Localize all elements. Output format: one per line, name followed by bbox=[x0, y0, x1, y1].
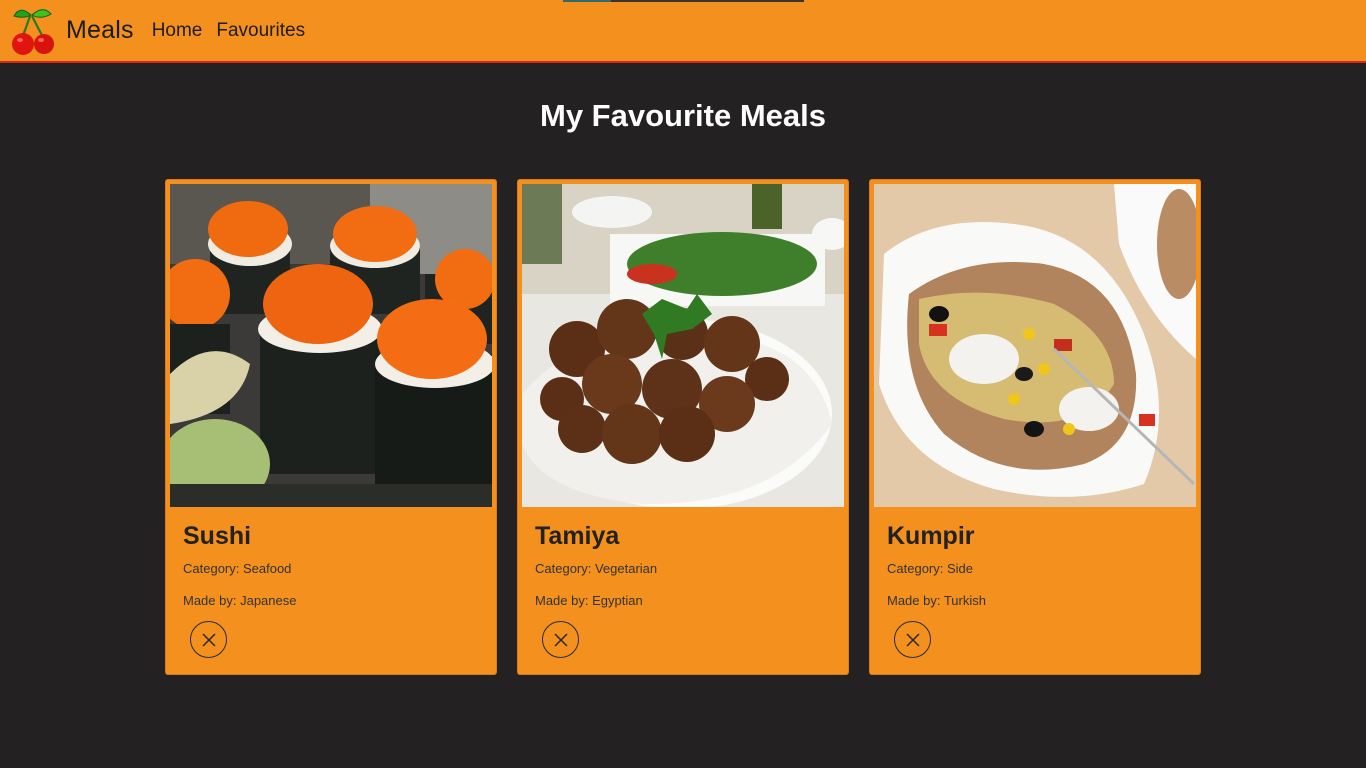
remove-favourite-button[interactable] bbox=[190, 621, 227, 658]
meal-card: Tamiya Category: Vegetarian Made by: Egy… bbox=[517, 179, 849, 675]
cherry-logo-icon bbox=[12, 8, 54, 55]
baked-potato-photo bbox=[874, 184, 1196, 507]
meal-name: Kumpir bbox=[887, 522, 975, 550]
brand[interactable]: Meals bbox=[10, 6, 134, 56]
meal-card-list: Sushi Category: Seafood Made by: Japanes… bbox=[165, 179, 1201, 675]
meal-name: Tamiya bbox=[535, 522, 620, 550]
meal-card: Kumpir Category: Side Made by: Turkish bbox=[869, 179, 1201, 675]
close-icon bbox=[553, 632, 568, 647]
meal-image bbox=[170, 184, 492, 507]
meal-category: Category: Vegetarian bbox=[535, 561, 658, 576]
meal-category: Category: Side bbox=[887, 561, 973, 576]
nav-link-favourites[interactable]: Favourites bbox=[216, 20, 305, 42]
page-title: My Favourite Meals bbox=[540, 98, 826, 133]
navbar: Meals Home Favourites bbox=[0, 0, 1366, 63]
sushi-photo bbox=[170, 184, 492, 507]
nav-links: Home Favourites bbox=[152, 20, 319, 42]
meal-category: Category: Seafood bbox=[183, 561, 292, 576]
brand-name: Meals bbox=[66, 16, 134, 44]
meal-card: Sushi Category: Seafood Made by: Japanes… bbox=[165, 179, 497, 675]
meal-name: Sushi bbox=[183, 522, 252, 550]
falafel-photo bbox=[522, 184, 844, 507]
remove-favourite-button[interactable] bbox=[542, 621, 579, 658]
meal-origin: Made by: Japanese bbox=[183, 593, 297, 608]
nav-link-home[interactable]: Home bbox=[152, 20, 203, 42]
meal-image bbox=[874, 184, 1196, 507]
remove-favourite-button[interactable] bbox=[894, 621, 931, 658]
meal-image bbox=[522, 184, 844, 507]
loading-indicator bbox=[563, 0, 804, 2]
meal-origin: Made by: Egyptian bbox=[535, 593, 643, 608]
close-icon bbox=[201, 632, 216, 647]
close-icon bbox=[905, 632, 920, 647]
meal-origin: Made by: Turkish bbox=[887, 593, 986, 608]
